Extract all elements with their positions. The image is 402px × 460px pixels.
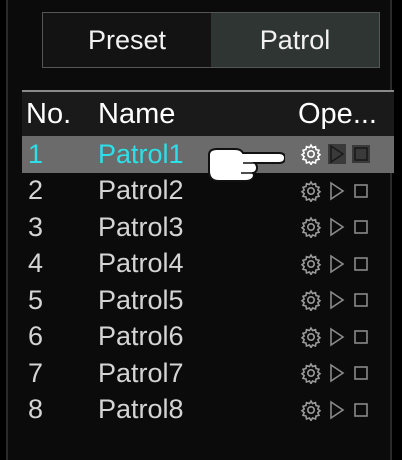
header-name: Name (98, 97, 176, 130)
tab-patrol[interactable]: Patrol (211, 13, 379, 67)
table-row[interactable]: 6 Patrol6 (22, 319, 394, 356)
row-number: 7 (28, 357, 44, 388)
gear-icon[interactable] (300, 253, 322, 275)
play-icon[interactable] (328, 327, 346, 347)
row-name: Patrol6 (98, 321, 184, 352)
row-number: 2 (28, 175, 44, 206)
table-row[interactable]: 3 Patrol3 (22, 209, 394, 246)
row-number: 1 (28, 138, 44, 169)
play-icon[interactable] (328, 400, 346, 420)
row-number: 5 (28, 284, 44, 315)
row-operations (270, 253, 394, 275)
stop-icon[interactable] (352, 255, 370, 273)
header-operation: Ope... (298, 97, 377, 130)
play-icon[interactable] (328, 181, 346, 201)
table-row[interactable]: 4 Patrol4 (22, 246, 394, 283)
row-operations (270, 143, 394, 166)
row-number: 4 (28, 248, 44, 279)
stop-icon[interactable] (352, 401, 370, 419)
row-operations (270, 289, 394, 312)
gear-icon[interactable] (300, 289, 322, 312)
row-operations (270, 399, 394, 421)
stop-icon[interactable] (352, 218, 370, 236)
play-icon[interactable] (328, 290, 346, 310)
table-row[interactable]: 8 Patrol8 (22, 392, 394, 429)
header-no: No. (26, 97, 72, 130)
stop-icon[interactable] (352, 145, 370, 164)
gear-icon[interactable] (300, 399, 322, 421)
row-number: 6 (28, 321, 44, 352)
patrol-panel: Preset Patrol No. Name Ope... 1 Patrol1 (6, 0, 394, 460)
row-number: 3 (28, 211, 44, 242)
table-row[interactable]: 7 Patrol7 (22, 355, 394, 392)
table-header: No. Name Ope... (22, 90, 394, 136)
row-operations (270, 326, 394, 348)
gear-icon[interactable] (300, 216, 322, 239)
gear-icon[interactable] (300, 143, 322, 166)
gear-icon[interactable] (300, 180, 322, 202)
stop-icon[interactable] (352, 182, 370, 200)
row-number: 8 (28, 394, 44, 425)
row-name: Patrol8 (98, 394, 184, 425)
play-icon[interactable] (328, 144, 346, 165)
row-name: Patrol5 (98, 284, 184, 315)
row-operations (270, 216, 394, 239)
row-name: Patrol3 (98, 211, 184, 242)
table-row[interactable]: 5 Patrol5 (22, 282, 394, 319)
play-icon[interactable] (328, 254, 346, 274)
stop-icon[interactable] (352, 364, 370, 382)
tab-preset[interactable]: Preset (43, 13, 211, 67)
row-name: Patrol7 (98, 357, 184, 388)
play-icon[interactable] (328, 217, 346, 237)
stop-icon[interactable] (352, 328, 370, 346)
row-operations (270, 362, 394, 385)
stop-icon[interactable] (352, 291, 370, 309)
tab-bar: Preset Patrol (42, 12, 380, 68)
row-operations (270, 180, 394, 202)
row-name: Patrol4 (98, 248, 184, 279)
gear-icon[interactable] (300, 326, 322, 348)
gear-icon[interactable] (300, 362, 322, 385)
pointing-hand-icon (208, 148, 285, 182)
play-icon[interactable] (328, 363, 346, 383)
